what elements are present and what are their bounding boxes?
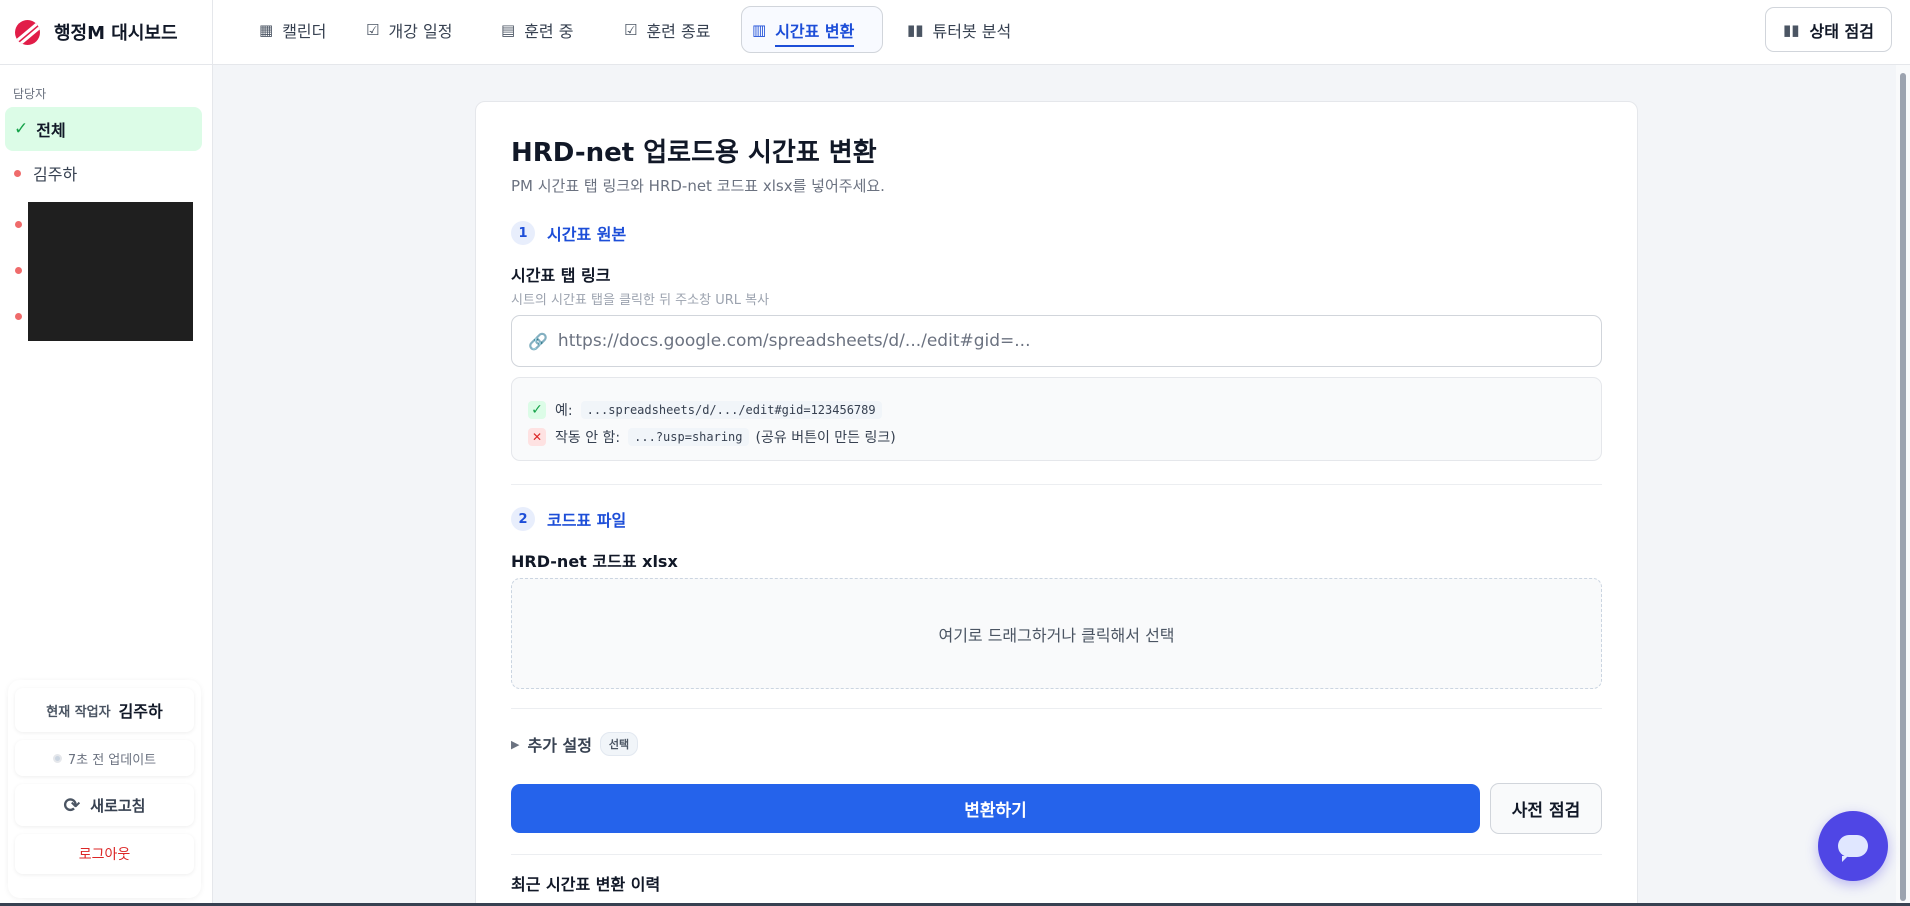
page-title: HRD-net 업로드용 시간표 변환 (511, 138, 877, 168)
example-bad-note: (공유 버튼이 만든 링크) (755, 429, 896, 446)
brand-logo-icon (15, 19, 40, 45)
current-worker-card: 현재 작업자 김주하 (15, 688, 194, 732)
bar-chart-icon: ▮▮ (907, 20, 924, 39)
example-bad-row: ✕ 작동 안 함: ...?usp=sharing (공유 버튼이 만든 링크) (528, 423, 1601, 450)
precheck-button[interactable]: 사전 점검 (1490, 783, 1602, 834)
logout-button[interactable]: 로그아웃 (15, 834, 194, 874)
sidebar-footer: 현재 작업자 김주하 7초 전 업데이트 ⟳ 새로고침 로그아웃 (8, 680, 201, 898)
link-icon: 🔗 (528, 331, 548, 351)
bar-chart-icon: ▮▮ (1783, 20, 1800, 39)
advanced-settings-label: 추가 설정 (527, 736, 592, 755)
precheck-button-label: 사전 점검 (1511, 801, 1581, 821)
section-divider (511, 708, 1602, 709)
clipboard-check-icon: ☑ (366, 20, 380, 39)
tab-label: 튜터봇 분석 (932, 21, 1012, 41)
advanced-settings-toggle[interactable]: ▶ 추가 설정 선택 (511, 732, 639, 756)
chat-bubble-icon (1838, 835, 1868, 862)
section-divider (511, 484, 1602, 485)
status-check-label: 상태 점검 (1809, 21, 1874, 41)
convert-button-label: 변환하기 (964, 801, 1027, 821)
update-status-text: 7초 전 업데이트 (67, 752, 157, 768)
example-bad-code: ...?usp=sharing (628, 427, 749, 446)
tab-opening-schedule[interactable]: ☑ 개강 일정 (356, 6, 462, 53)
brand[interactable]: 행정M 대시보드 (0, 0, 212, 65)
file-dropzone[interactable]: 여기로 드래그하거나 클릭해서 선택 (511, 578, 1602, 689)
dropzone-text: 여기로 드래그하거나 클릭해서 선택 (938, 625, 1175, 645)
tab-label: 캘린더 (282, 21, 327, 41)
status-check-button[interactable]: ▮▮ 상태 점검 (1765, 7, 1892, 52)
example-ok-code: ...spreadsheets/d/.../edit#gid=123456789 (580, 400, 882, 419)
link-example-box: ✓ 예: ...spreadsheets/d/.../edit#gid=1234… (511, 377, 1602, 461)
tab-calendar[interactable]: ▦ 캘린더 (249, 6, 336, 53)
status-dot-icon (15, 267, 22, 274)
page-subtitle: PM 시간표 탭 링크와 HRD-net 코드표 xlsx를 넣어주세요. (511, 177, 885, 195)
refresh-button[interactable]: ⟳ 새로고침 (15, 784, 194, 826)
optional-badge: 선택 (599, 732, 639, 756)
step-1-header: 1 시간표 원본 (511, 221, 626, 245)
sidebar: 행정M 대시보드 담당자 ✓ 전체 김주하 현재 작업자 김주하 7초 전 업데… (0, 0, 213, 906)
page-scrollbar[interactable] (1896, 65, 1910, 906)
step-2-header: 2 코드표 파일 (511, 507, 626, 531)
code-file-label: HRD-net 코드표 xlsx (511, 552, 678, 571)
example-bad-label: 작동 안 함: (555, 429, 621, 446)
timetable-link-hint: 시트의 시간표 탭을 클릭한 뒤 주소창 URL 복사 (511, 293, 770, 308)
tab-label: 훈련 종료 (646, 21, 711, 41)
section-divider (511, 854, 1602, 855)
tab-timetable-convert[interactable]: ▥ 시간표 변환 (741, 6, 883, 53)
timetable-link-field[interactable]: 🔗 (511, 315, 1602, 367)
sidebar-item-kimjuha[interactable]: 김주하 (5, 151, 202, 195)
current-worker-label: 현재 작업자 (46, 704, 111, 720)
sidebar-item-label: 김주하 (33, 165, 78, 184)
update-status: 7초 전 업데이트 (15, 740, 194, 776)
calendar-icon: ▦ (259, 20, 274, 39)
tab-in-training[interactable]: ▤ 훈련 중 (491, 6, 583, 53)
top-nav: ▦ 캘린더 ☑ 개강 일정 ▤ 훈련 중 ☑ 훈련 종료 ▥ 시간표 변환 ▮▮… (213, 0, 1910, 65)
check-icon: ✓ (528, 400, 546, 419)
status-dot-icon (14, 169, 21, 177)
status-dot-icon (15, 221, 22, 228)
assignee-section-label: 담당자 (13, 87, 47, 101)
tab-label: 시간표 변환 (775, 18, 855, 47)
tab-tutorbot-analysis[interactable]: ▮▮ 튜터봇 분석 (897, 6, 1021, 53)
convert-button[interactable]: 변환하기 (511, 784, 1480, 833)
example-ok-label: 예: (555, 402, 573, 419)
redacted-sidebar-items (28, 202, 193, 341)
timetable-link-label: 시간표 탭 링크 (511, 266, 611, 285)
check-icon: ✓ (14, 119, 29, 139)
tab-label: 훈련 중 (524, 21, 574, 41)
chat-button[interactable] (1818, 811, 1888, 881)
brand-name: 행정M 대시보드 (54, 23, 178, 44)
step-title: 코드표 파일 (547, 511, 627, 530)
tab-training-ended[interactable]: ☑ 훈련 종료 (614, 6, 720, 53)
sidebar-item-all[interactable]: ✓ 전체 (5, 107, 202, 151)
timetable-link-input[interactable] (557, 331, 1558, 351)
close-icon: ✕ (528, 427, 546, 446)
clipboard-icon: ▤ (501, 20, 516, 39)
update-status-dot-icon (52, 753, 62, 763)
step-number-badge: 1 (511, 221, 535, 245)
scrollbar-thumb[interactable] (1900, 73, 1906, 901)
clipboard-check-icon: ☑ (624, 20, 638, 39)
step-title: 시간표 원본 (547, 225, 627, 244)
refresh-button-label: 새로고침 (90, 796, 146, 815)
sidebar-item-label: 전체 (36, 121, 66, 140)
refresh-icon: ⟳ (63, 793, 81, 817)
step-number-badge: 2 (511, 507, 535, 531)
tab-label: 개강 일정 (388, 21, 453, 41)
example-ok-row: ✓ 예: ...spreadsheets/d/.../edit#gid=1234… (528, 396, 1601, 423)
logout-button-label: 로그아웃 (78, 847, 131, 863)
history-title: 최근 시간표 변환 이력 (511, 875, 661, 894)
current-worker-name: 김주하 (118, 702, 163, 721)
document-icon: ▥ (752, 20, 767, 39)
status-dot-icon (15, 313, 22, 320)
timetable-convert-card: HRD-net 업로드용 시간표 변환 PM 시간표 탭 링크와 HRD-net… (475, 101, 1638, 906)
caret-right-icon: ▶ (511, 737, 520, 751)
